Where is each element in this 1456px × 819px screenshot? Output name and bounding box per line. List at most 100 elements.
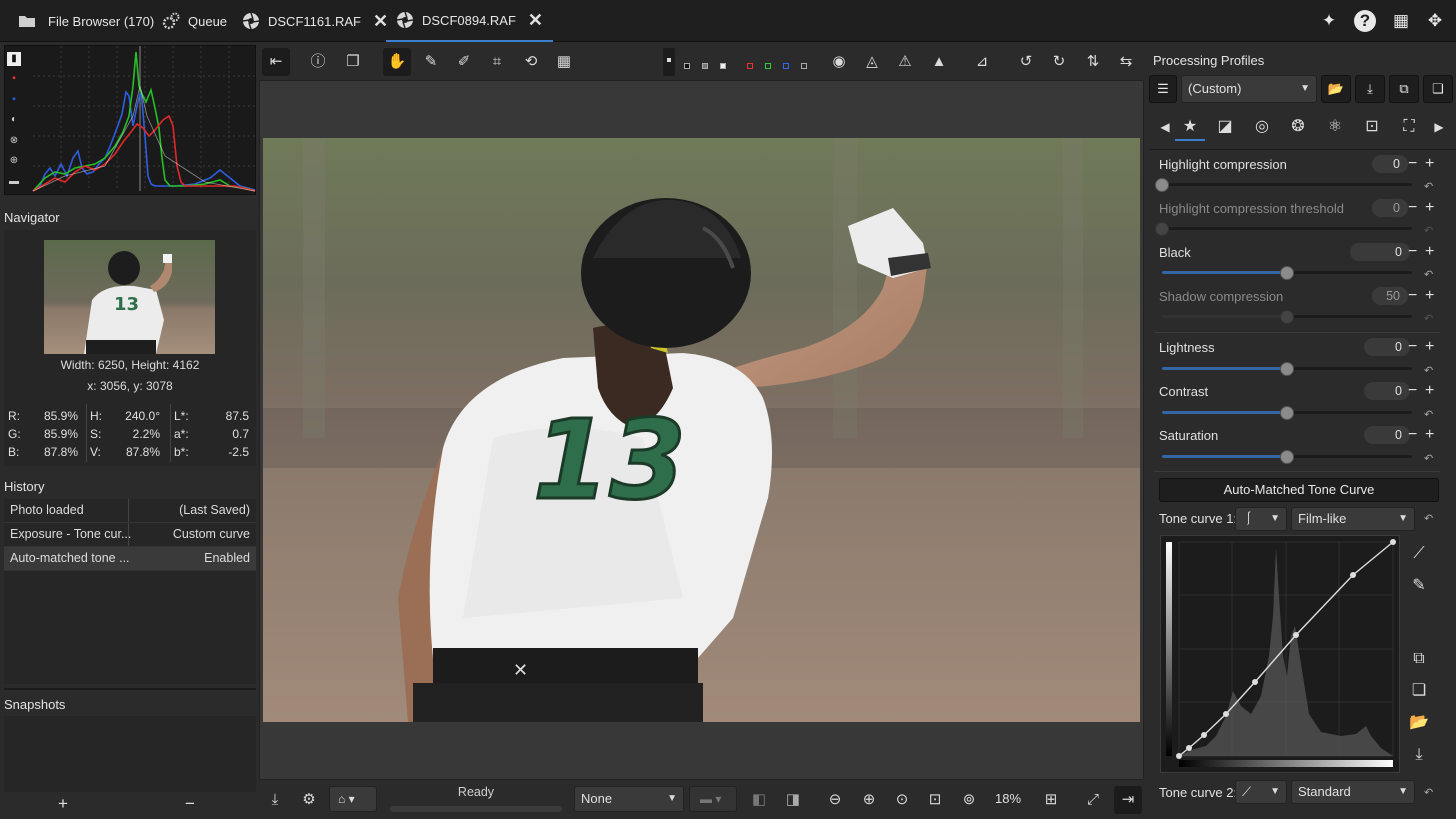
minus-icon[interactable]: −: [1408, 287, 1417, 305]
history-row[interactable]: Photo loaded (Last Saved): [4, 499, 256, 523]
color-tab-icon[interactable]: ❂: [1283, 113, 1313, 141]
paste-curve-icon[interactable]: ❏: [1404, 677, 1434, 705]
save-image-icon[interactable]: ⤓: [261, 786, 289, 814]
zoom-in-icon[interactable]: ⊕: [855, 786, 883, 814]
green-channel-preview-icon[interactable]: [765, 63, 771, 69]
reset-icon[interactable]: ↶: [1424, 452, 1433, 465]
raw-histogram-icon[interactable]: ⊕: [7, 154, 21, 168]
chroma-icon[interactable]: ⊗: [7, 134, 21, 148]
preview-background-black-icon[interactable]: [684, 63, 690, 69]
shadow-clipping-warning-icon[interactable]: ⚠: [891, 48, 919, 76]
close-icon[interactable]: ✕: [528, 10, 543, 31]
minus-icon[interactable]: −: [1408, 155, 1417, 173]
reset-icon[interactable]: ↶: [1424, 180, 1433, 193]
slider-value[interactable]: 0: [1364, 382, 1410, 400]
paste-profile-icon[interactable]: ❏: [1423, 75, 1453, 103]
slider-handle[interactable]: [1280, 450, 1294, 464]
flip-horizontal-icon[interactable]: ⇆: [1112, 48, 1140, 76]
highlight-clipping-warning-icon[interactable]: ▲: [925, 48, 953, 76]
hide-left-panel-button[interactable]: ⇤: [262, 48, 290, 76]
slider-handle[interactable]: [1155, 178, 1169, 192]
slider-track[interactable]: [1162, 183, 1412, 186]
preset-select[interactable]: None ▼: [574, 786, 684, 812]
blue-channel-preview-icon[interactable]: [783, 63, 789, 69]
curve-2-mode-select[interactable]: Standard ▼: [1291, 780, 1415, 804]
fit-image-icon[interactable]: ⊚: [955, 786, 983, 814]
slider-handle[interactable]: [1155, 222, 1169, 236]
minus-icon[interactable]: −: [1408, 243, 1417, 261]
blue-channel-icon[interactable]: ▪: [7, 93, 21, 107]
history-row[interactable]: Auto-matched tone ... Enabled: [4, 547, 256, 571]
straighten-icon[interactable]: ⟲: [517, 48, 545, 76]
tab-dscf0894[interactable]: DSCF0894.RAF ✕: [386, 0, 554, 42]
red-channel-icon[interactable]: ▪: [7, 72, 21, 86]
bar-indicator-icon[interactable]: ▬: [7, 175, 21, 189]
zoom-out-icon[interactable]: ⊖: [821, 786, 849, 814]
white-balance-picker-icon[interactable]: ✎: [417, 48, 445, 76]
crop-icon[interactable]: ⌗: [483, 48, 511, 76]
slider-value[interactable]: 0: [1350, 243, 1410, 261]
exposure-tab-icon[interactable]: ◪: [1210, 113, 1240, 141]
add-snapshot-button[interactable]: +: [58, 794, 68, 814]
slider-value[interactable]: 0: [1364, 338, 1410, 356]
advanced-tab-icon[interactable]: ⚛: [1320, 113, 1350, 141]
red-channel-preview-icon[interactable]: [747, 63, 753, 69]
reset-icon[interactable]: ↶: [1424, 224, 1433, 237]
auto-matched-tone-curve-button[interactable]: Auto-Matched Tone Curve: [1159, 478, 1439, 502]
luminosity-icon[interactable]: ◐: [7, 113, 21, 127]
slider-handle[interactable]: [1280, 266, 1294, 280]
remove-snapshot-button[interactable]: −: [185, 794, 195, 814]
slider-value[interactable]: 50: [1372, 287, 1408, 305]
plus-icon[interactable]: +: [1425, 426, 1434, 444]
external-editor-button[interactable]: ⌂ ▾: [329, 786, 377, 812]
raw-tab-icon[interactable]: ⛶: [1394, 113, 1424, 141]
slider-handle[interactable]: [1280, 310, 1294, 324]
detail-tab-icon[interactable]: ◎: [1247, 113, 1277, 141]
minus-icon[interactable]: −: [1408, 338, 1417, 356]
focus-indicator-icon[interactable]: ◉: [825, 48, 853, 76]
reset-icon[interactable]: ↶: [1424, 786, 1433, 799]
profile-select[interactable]: (Custom) ▼: [1181, 75, 1317, 103]
fit-crop-icon[interactable]: ⊡: [921, 786, 949, 814]
copy-profile-icon[interactable]: ⧉: [1389, 75, 1419, 103]
minus-icon[interactable]: −: [1408, 426, 1417, 444]
send-to-queue-icon[interactable]: ⚙: [295, 786, 323, 814]
plus-icon[interactable]: +: [1425, 243, 1434, 261]
color-picker-icon[interactable]: ✐: [450, 48, 478, 76]
plus-icon[interactable]: +: [1425, 382, 1434, 400]
reset-icon[interactable]: ↶: [1424, 268, 1433, 281]
favorites-tab-icon[interactable]: ★: [1175, 113, 1205, 141]
save-profile-icon[interactable]: ⤓: [1355, 75, 1385, 103]
plus-icon[interactable]: +: [1425, 199, 1434, 217]
info-icon[interactable]: ⓘ: [304, 48, 332, 76]
save-curve-icon[interactable]: ⤓: [1404, 741, 1434, 769]
reset-icon[interactable]: ↶: [1424, 312, 1433, 325]
tab-dscf1161[interactable]: DSCF1161.RAF ✕: [242, 0, 388, 42]
main-photo[interactable]: 13 ✕: [263, 138, 1140, 722]
slider-value[interactable]: 0: [1372, 199, 1408, 217]
reset-icon[interactable]: ↶: [1424, 512, 1433, 525]
tab-file-browser[interactable]: File Browser (170): [18, 0, 154, 42]
rotate-right-icon[interactable]: ↻: [1045, 48, 1073, 76]
load-curve-icon[interactable]: 📂: [1404, 709, 1434, 737]
zoom-100-icon[interactable]: ⊙: [888, 786, 916, 814]
hide-right-panel-button[interactable]: ⇥: [1114, 786, 1142, 814]
slider-handle[interactable]: [1280, 362, 1294, 376]
new-detail-window-icon[interactable]: ⊞: [1037, 786, 1065, 814]
slider-handle[interactable]: [1280, 406, 1294, 420]
fullscreen-toggle-icon[interactable]: ⤢: [1079, 786, 1107, 814]
copy-curve-icon[interactable]: ⧉: [1404, 645, 1434, 673]
flag-button[interactable]: ▬ ▾: [689, 786, 737, 812]
plus-icon[interactable]: +: [1425, 338, 1434, 356]
slider-track[interactable]: [1162, 227, 1412, 230]
tabs-scroll-right-icon[interactable]: ▶: [1424, 113, 1454, 141]
tone-curve-editor[interactable]: [1160, 535, 1400, 773]
previous-image-icon[interactable]: ◧: [745, 786, 773, 814]
reset-icon[interactable]: ↶: [1424, 408, 1433, 421]
transform-tab-icon[interactable]: ⊡: [1357, 113, 1387, 141]
load-profile-icon[interactable]: 📂: [1321, 75, 1351, 103]
perspective-icon[interactable]: ▦: [550, 48, 578, 76]
transform-icon[interactable]: ⊿: [968, 48, 996, 76]
focus-mask-button[interactable]: [663, 48, 675, 76]
rotate-left-icon[interactable]: ↺: [1012, 48, 1040, 76]
